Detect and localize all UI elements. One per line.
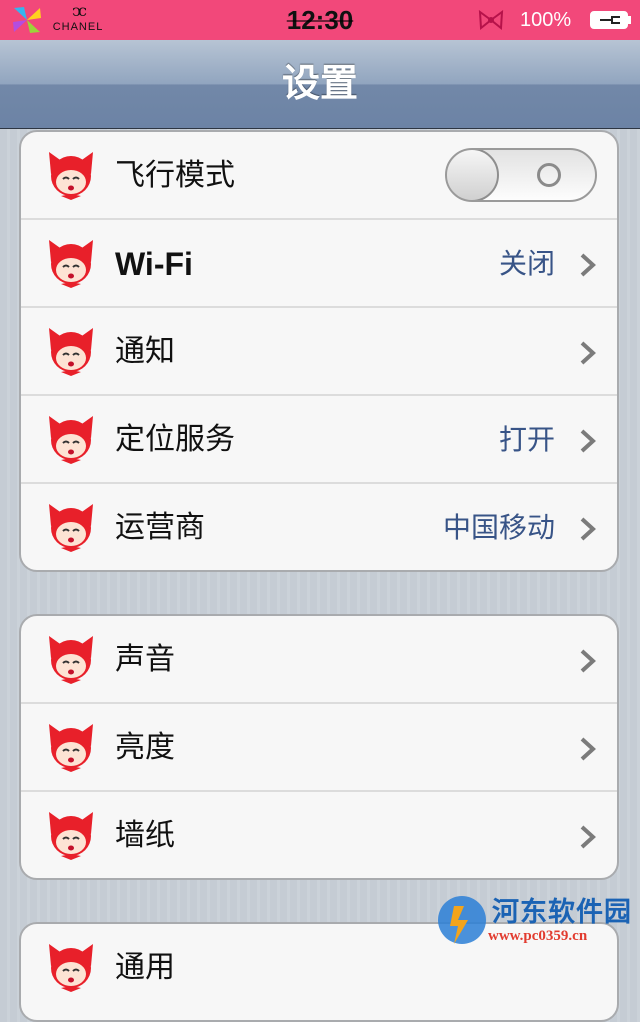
fox-icon — [49, 328, 93, 376]
brand-logo: ↄc CHANEL — [52, 1, 104, 34]
toggle-off-indicator — [537, 163, 561, 187]
settings-row-wallpaper[interactable]: 墙纸 — [21, 792, 617, 878]
chevron-right-icon — [580, 253, 596, 277]
watermark-url: www.pc0359.cn — [488, 928, 588, 944]
settings-row-notifications[interactable]: 通知 — [21, 308, 617, 396]
row-label: 飞行模式 — [115, 158, 235, 193]
watermark-name: 河东软件园 — [492, 897, 632, 928]
settings-row-airplane-mode: 飞行模式 — [21, 132, 617, 220]
watermark-logo-icon — [438, 896, 486, 944]
battery-percent: 100% — [520, 9, 572, 31]
watermark: 河东软件园 www.pc0359.cn — [432, 884, 638, 960]
chevron-right-icon — [580, 649, 596, 673]
fox-icon — [49, 240, 93, 288]
row-value: 打开 — [498, 423, 555, 456]
airplane-mode-toggle[interactable] — [445, 148, 597, 202]
fox-icon — [49, 152, 93, 200]
chevron-right-icon — [580, 429, 596, 453]
row-label: 声音 — [115, 642, 175, 677]
page-title: 设置 — [281, 61, 358, 105]
settings-row-wifi[interactable]: Wi-Fi 关闭 — [21, 220, 617, 308]
fox-icon — [49, 504, 93, 552]
chevron-right-icon — [580, 517, 596, 541]
toggle-knob — [447, 150, 499, 200]
fox-icon — [49, 416, 93, 464]
navigation-bar: 设置 — [0, 40, 640, 129]
status-bar: ↄc CHANEL 12:30 100% — [0, 0, 640, 40]
settings-row-carrier[interactable]: 运营商 中国移动 — [21, 484, 617, 570]
pinwheel-icon — [13, 7, 41, 33]
battery-charging-icon — [590, 11, 631, 29]
chevron-right-icon — [580, 737, 596, 761]
fox-icon — [49, 636, 93, 684]
settings-group-2: 声音 亮度 墙纸 — [19, 614, 619, 880]
fox-icon — [49, 812, 93, 860]
chevron-right-icon — [580, 341, 596, 365]
settings-row-brightness[interactable]: 亮度 — [21, 704, 617, 792]
row-label: Wi-Fi — [115, 246, 193, 282]
row-label: 通知 — [115, 334, 175, 369]
settings-row-location-services[interactable]: 定位服务 打开 — [21, 396, 617, 484]
bow-icon — [478, 10, 504, 30]
row-label: 通用 — [115, 950, 175, 985]
settings-group-1: 飞行模式 Wi-Fi 关闭 通知 定位服务 打开 运营商 中国移动 — [19, 130, 619, 572]
fox-icon — [49, 724, 93, 772]
row-label: 亮度 — [115, 730, 175, 765]
chevron-right-icon — [580, 825, 596, 849]
row-label: 墙纸 — [115, 818, 175, 853]
row-value: 中国移动 — [442, 511, 555, 544]
fox-icon — [49, 944, 93, 992]
row-label: 运营商 — [115, 510, 205, 545]
row-value: 关闭 — [498, 247, 555, 280]
status-time: 12:30 — [286, 5, 354, 35]
settings-row-sounds[interactable]: 声音 — [21, 616, 617, 704]
row-label: 定位服务 — [115, 422, 235, 457]
